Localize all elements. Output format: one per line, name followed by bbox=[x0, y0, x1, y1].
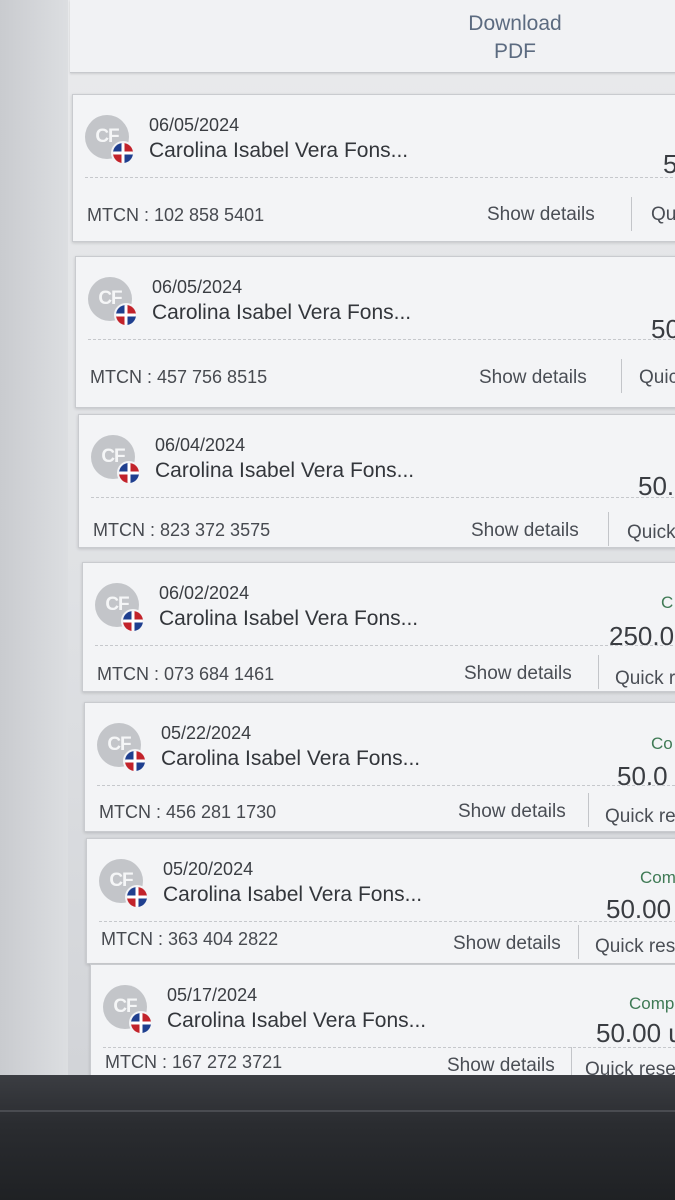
action-separator bbox=[588, 793, 589, 827]
dominican-flag-icon bbox=[125, 885, 149, 909]
transfer-amount: 50 bbox=[651, 314, 675, 344]
top-toolbar: Download PDF bbox=[70, 0, 675, 73]
show-details-link[interactable]: Show details bbox=[464, 663, 572, 685]
transfer-amount: 50.0 bbox=[617, 761, 668, 791]
transaction-date: 05/17/2024 bbox=[167, 985, 258, 1005]
left-gutter bbox=[0, 0, 68, 1075]
dominican-flag-icon bbox=[121, 609, 145, 633]
status-badge: Co bbox=[651, 734, 673, 753]
quick-resend-link[interactable]: Quick reser bbox=[585, 1059, 675, 1075]
action-separator bbox=[608, 512, 609, 546]
quick-resend-link[interactable]: Quic bbox=[639, 367, 675, 389]
show-details-link[interactable]: Show details bbox=[447, 1055, 555, 1075]
action-separator bbox=[598, 655, 599, 689]
transfer-amount: 250.0 bbox=[609, 621, 675, 651]
transaction-card[interactable]: CF 06/04/2024 Carolina Isabel Vera Fons...… bbox=[78, 414, 675, 548]
quick-resend-link[interactable]: Quick res bbox=[595, 936, 675, 958]
divider bbox=[91, 497, 675, 498]
transfer-amount: 50.00 u bbox=[596, 1018, 675, 1048]
download-pdf-button[interactable]: Download PDF bbox=[456, 10, 574, 66]
receiver-name: Carolina Isabel Vera Fons... bbox=[161, 747, 421, 770]
mtcn-number: MTCN : 167 272 3721 bbox=[105, 1052, 283, 1072]
transaction-date: 06/02/2024 bbox=[159, 583, 250, 603]
bezel-edge bbox=[0, 1110, 675, 1112]
mtcn-number: MTCN : 102 858 5401 bbox=[87, 205, 265, 225]
receiver-name: Carolina Isabel Vera Fons... bbox=[159, 607, 419, 630]
transaction-card[interactable]: CF 05/20/2024 Carolina Isabel Vera Fons...… bbox=[86, 838, 675, 964]
mtcn-number: MTCN : 363 404 2822 bbox=[101, 929, 279, 949]
divider bbox=[97, 785, 675, 786]
transaction-date: 06/05/2024 bbox=[149, 115, 240, 135]
transaction-date: 05/22/2024 bbox=[161, 723, 252, 743]
action-separator bbox=[571, 1047, 572, 1075]
action-separator bbox=[631, 197, 632, 231]
receiver-name: Carolina Isabel Vera Fons... bbox=[167, 1009, 427, 1032]
receiver-name: Carolina Isabel Vera Fons... bbox=[163, 883, 423, 906]
dominican-flag-icon bbox=[123, 749, 147, 773]
transaction-card[interactable]: CF 06/05/2024 Carolina Isabel Vera Fons...… bbox=[72, 94, 675, 242]
mtcn-number: MTCN : 823 372 3575 bbox=[93, 520, 271, 540]
download-pdf-label: Download PDF bbox=[468, 12, 562, 63]
status-badge: Com bbox=[640, 868, 675, 887]
divider bbox=[99, 921, 675, 922]
dominican-flag-icon bbox=[114, 303, 138, 327]
transaction-card[interactable]: CF 05/17/2024 Carolina Isabel Vera Fons...… bbox=[90, 964, 675, 1075]
quick-resend-link[interactable]: Quick bbox=[627, 522, 675, 544]
dominican-flag-icon bbox=[129, 1011, 153, 1035]
mtcn-number: MTCN : 456 281 1730 bbox=[99, 802, 277, 822]
status-badge: Comp bbox=[629, 994, 675, 1013]
action-separator bbox=[621, 359, 622, 393]
divider bbox=[103, 1047, 675, 1048]
action-separator bbox=[578, 925, 579, 959]
transaction-date: 06/05/2024 bbox=[152, 277, 243, 297]
divider bbox=[95, 645, 675, 646]
show-details-link[interactable]: Show details bbox=[479, 367, 587, 389]
transaction-card[interactable]: CF 06/02/2024 Carolina Isabel Vera Fons...… bbox=[82, 562, 675, 692]
quick-resend-link[interactable]: Qu bbox=[651, 204, 675, 226]
mtcn-number: MTCN : 073 684 1461 bbox=[97, 664, 275, 684]
divider bbox=[88, 339, 675, 340]
receiver-name: Carolina Isabel Vera Fons... bbox=[152, 301, 412, 324]
dominican-flag-icon bbox=[117, 461, 141, 485]
show-details-link[interactable]: Show details bbox=[471, 520, 579, 542]
divider bbox=[85, 177, 675, 178]
monitor-bezel bbox=[0, 1075, 675, 1200]
status-badge: C bbox=[661, 593, 674, 612]
mtcn-number: MTCN : 457 756 8515 bbox=[90, 367, 268, 387]
show-details-link[interactable]: Show details bbox=[453, 933, 561, 955]
transaction-card[interactable]: CF 05/22/2024 Carolina Isabel Vera Fons...… bbox=[84, 702, 675, 832]
transaction-card[interactable]: CF 06/05/2024 Carolina Isabel Vera Fons...… bbox=[75, 256, 675, 408]
quick-resend-link[interactable]: Quick r bbox=[615, 668, 675, 690]
transaction-date: 05/20/2024 bbox=[163, 859, 254, 879]
screen: Download PDF CF 06/05/2024 Carolina Isabel… bbox=[0, 0, 675, 1075]
receiver-name: Carolina Isabel Vera Fons... bbox=[149, 139, 409, 162]
dominican-flag-icon bbox=[111, 141, 135, 165]
quick-resend-link[interactable]: Quick re bbox=[605, 806, 675, 828]
show-details-link[interactable]: Show details bbox=[458, 801, 566, 823]
receiver-name: Carolina Isabel Vera Fons... bbox=[155, 459, 415, 482]
transfer-amount: 5 bbox=[663, 149, 675, 179]
show-details-link[interactable]: Show details bbox=[487, 204, 595, 226]
transaction-date: 06/04/2024 bbox=[155, 435, 246, 455]
